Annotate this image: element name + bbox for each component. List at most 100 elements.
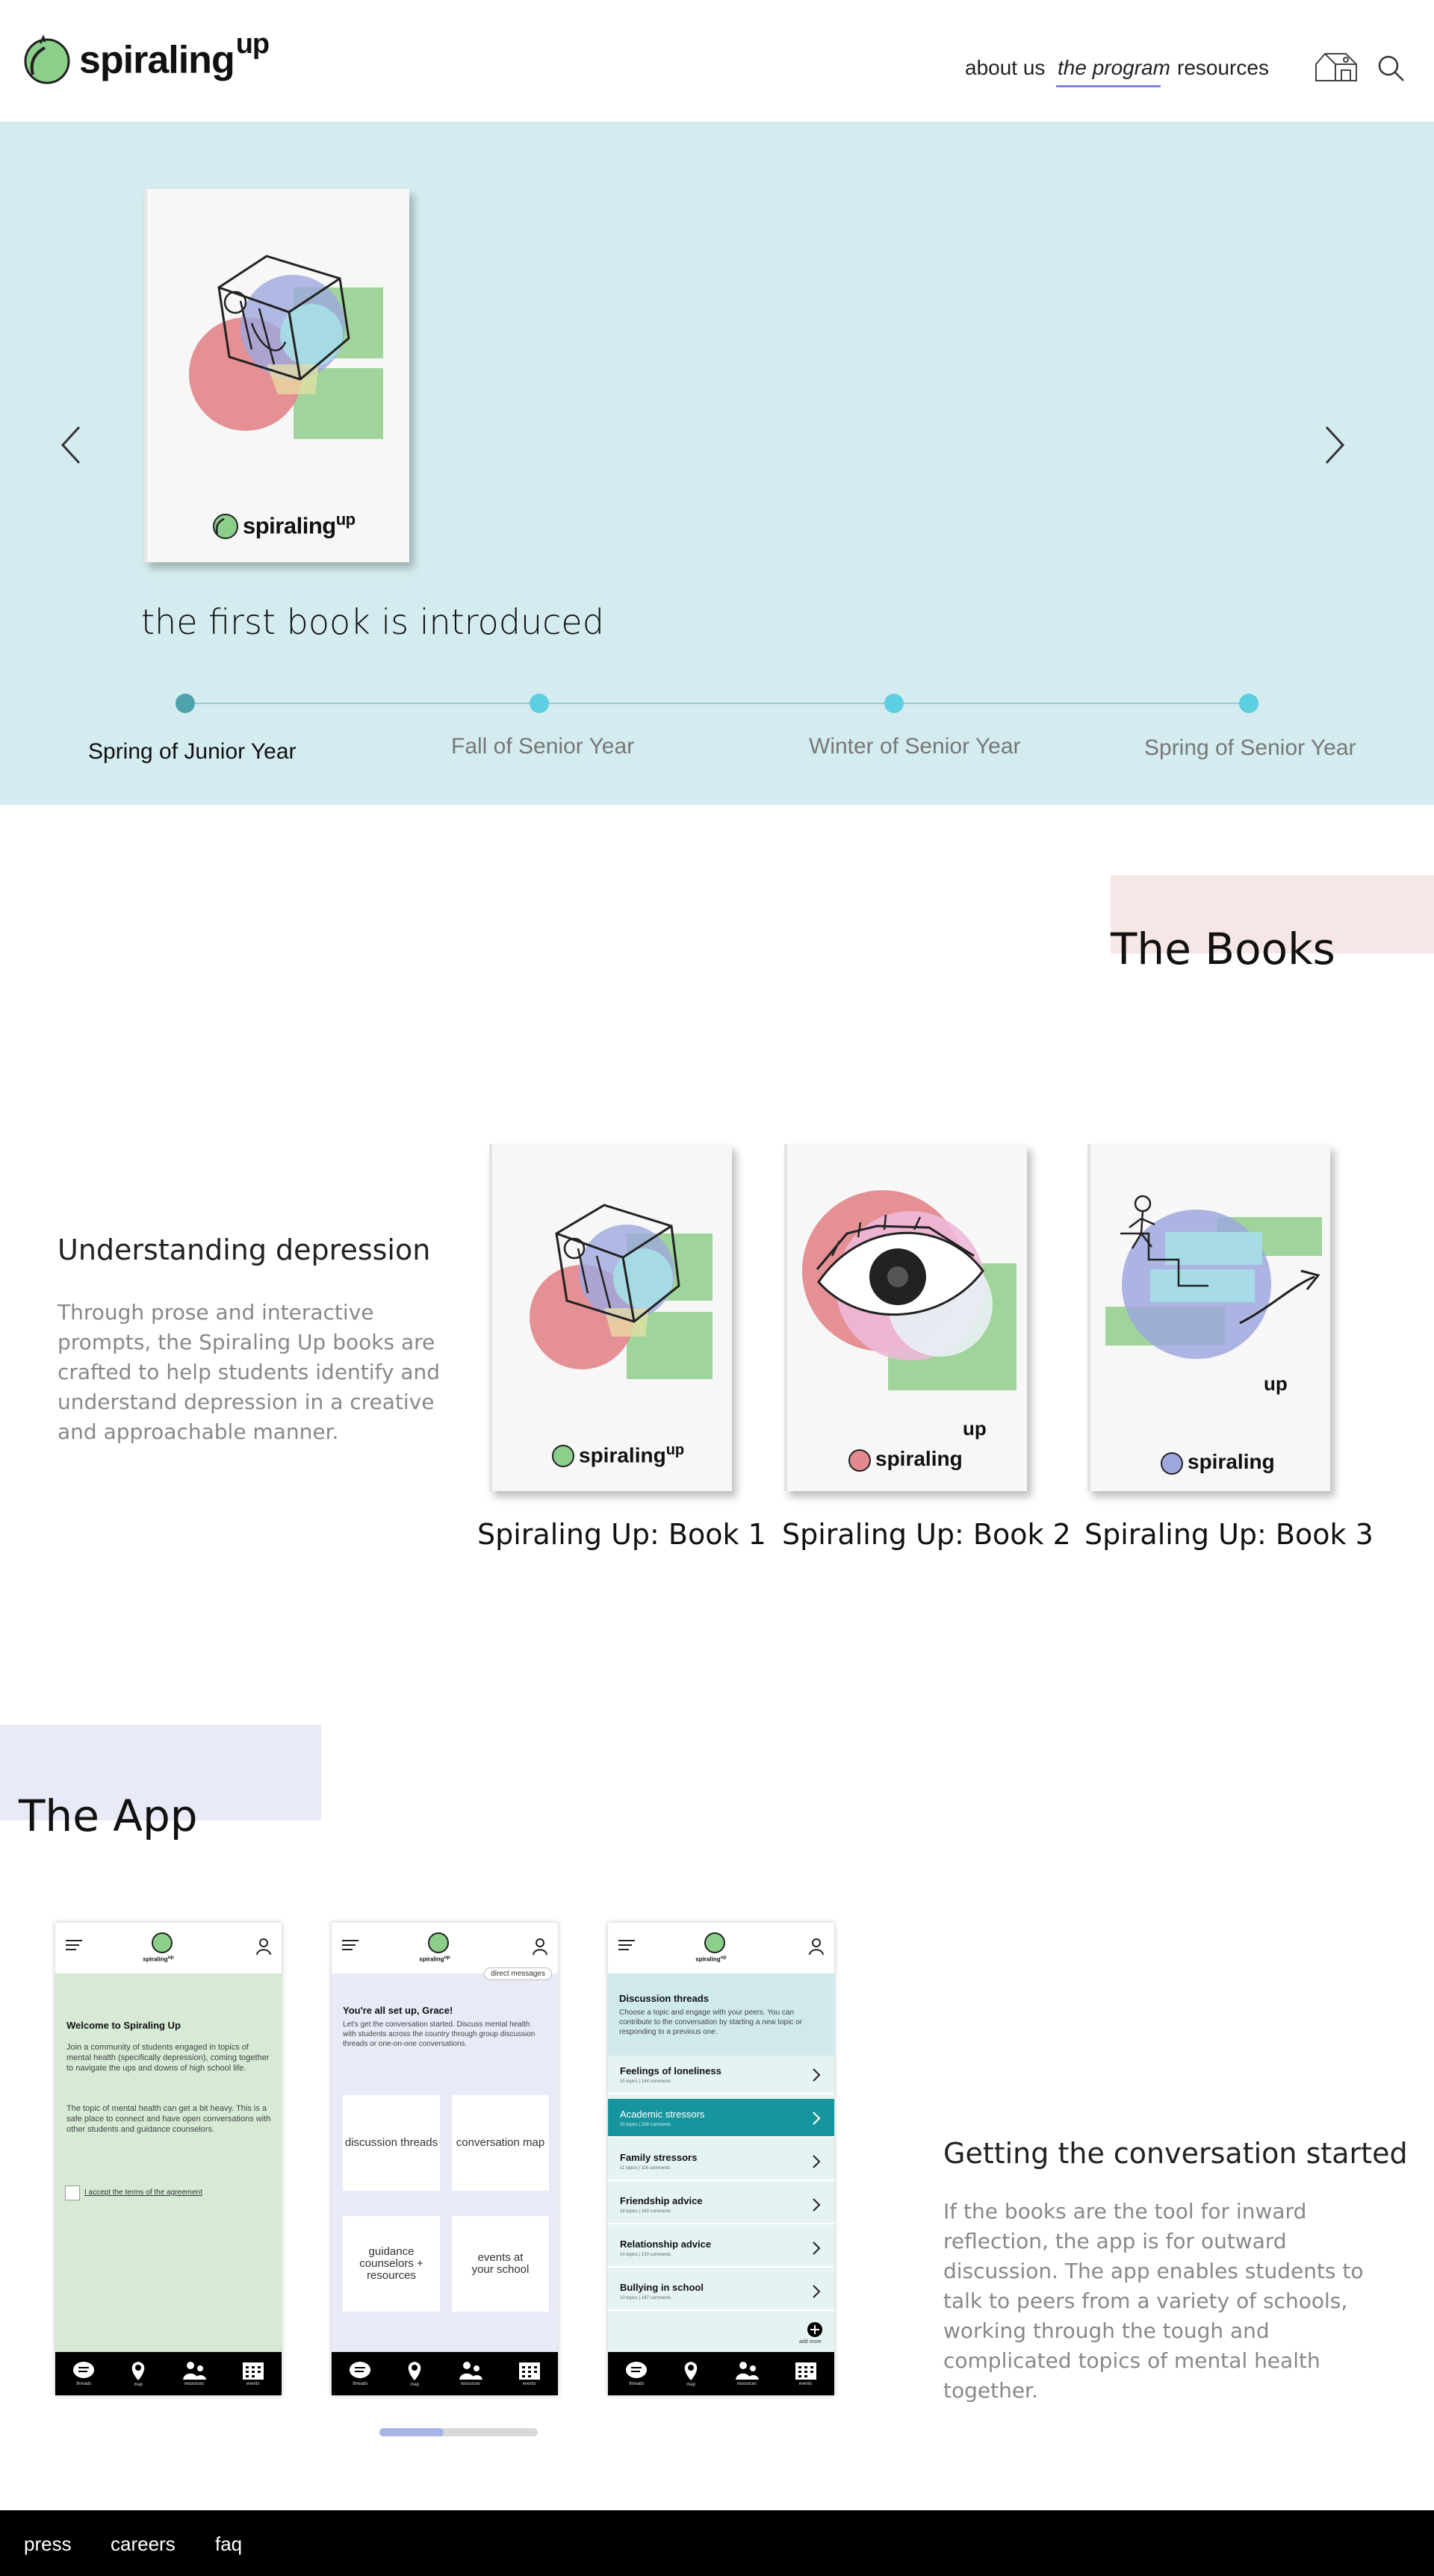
hero-book-logo-text: spiraling [243,512,336,539]
book-1-cover[interactable]: spiralingup [489,1144,732,1491]
calendar-icon [795,2362,816,2380]
home-panel: direct messages You're all set up, Grace… [332,1967,558,2352]
chevron-right-icon [813,2198,821,2212]
phone-logo-text: spiraling [143,1956,168,1963]
tab-resources[interactable]: resources [734,2361,760,2386]
site-logo[interactable]: spiralingup [22,28,270,85]
tab-map[interactable]: map [406,2360,423,2387]
timeline-dot-3[interactable] [884,694,904,713]
hero-book-cover[interactable]: spiralingup [144,189,409,562]
tab-threads[interactable]: threads [349,2361,371,2386]
phone-tab-bar: threads map resources events [332,2352,558,2395]
hamburger-menu-icon[interactable] [618,1939,635,1951]
phone-logo: spiralingup [695,1929,727,1963]
tab-resources[interactable]: resources [458,2361,483,2386]
book-3-logo-text: spiraling [1188,1450,1275,1473]
welcome-title: Welcome to Spiraling Up [66,2020,181,2031]
phone-screen-welcome[interactable]: spiralingup Welcome to Spiraling Up Join… [55,1923,282,2395]
direct-messages-tooltip[interactable]: direct messages [484,1967,552,1980]
chat-icon [350,2362,371,2378]
add-icon[interactable] [807,2321,823,2338]
book-2-label[interactable]: Spiraling Up: Book 2 [782,1518,1071,1551]
book-3-logo-sup: up [1264,1372,1288,1395]
chevron-right-icon [813,2241,821,2255]
timeline-label-2[interactable]: Fall of Senior Year [451,734,634,759]
tab-events[interactable]: events [518,2361,541,2386]
terms-checkbox[interactable] [65,2185,80,2200]
add-more-label[interactable]: add more [799,2339,822,2345]
thread-row[interactable]: Friendship advice 18 topics | 160 commen… [608,2185,834,2224]
app-carousel-scrollthumb[interactable] [379,2428,444,2436]
phone-screen-threads[interactable]: spiralingup Discussion threads Choose a … [608,1923,834,2395]
tab-threads[interactable]: threads [625,2361,648,2386]
tile-discussion-threads[interactable]: discussion threads [343,2095,440,2191]
tile-conversation-map[interactable]: conversation map [452,2095,549,2191]
hamburger-menu-icon[interactable] [342,1939,358,1951]
user-icon[interactable] [533,1938,547,1956]
user-icon[interactable] [809,1938,824,1956]
chevron-left-icon[interactable] [58,424,84,466]
books-heading: Understanding depression [58,1233,431,1266]
phone-screen-home[interactable]: spiralingup direct messages You're all s… [332,1923,558,2395]
home-title: You're all set up, Grace! [343,2005,453,2016]
thread-row[interactable]: Academic stressors 20 topics | 208 comme… [608,2099,834,2138]
timeline-dot-1[interactable] [176,694,195,713]
cube-illustration [530,1204,713,1379]
book-1-label[interactable]: Spiraling Up: Book 1 [477,1518,766,1551]
tab-threads[interactable]: threads [72,2361,95,2386]
terms-label[interactable]: I accept the terms of the agreement [84,2188,202,2197]
chevron-right-icon[interactable] [1322,424,1347,466]
tile-guidance-counselors[interactable]: guidance counselors + resources [343,2216,440,2312]
nav-about-us[interactable]: about us [965,56,1045,80]
thread-row[interactable]: Family stressors 11 topics | 116 comment… [608,2142,834,2181]
people-icon [459,2362,482,2380]
thread-row[interactable]: Bullying in school 10 topics | 187 comme… [608,2272,834,2311]
tab-map[interactable]: map [683,2360,699,2387]
page: spiralingup about us the program resourc… [0,0,1434,2576]
search-icon[interactable] [1376,54,1406,84]
nav-active-underline [1056,85,1161,87]
footer-link-press[interactable]: press [24,2533,72,2556]
tile-events[interactable]: events at your school [452,2216,549,2312]
site-footer: press careers faq [0,2510,1434,2576]
books-body: Through prose and interactive prompts, t… [58,1300,441,1444]
house-icon[interactable] [1313,49,1361,84]
timeline-dot-2[interactable] [530,694,549,713]
chevron-right-icon [813,2155,821,2168]
cube-illustration [189,255,383,439]
phone-tab-bar: threads map resources events [55,2352,282,2395]
app-heading: Getting the conversation started [943,2137,1408,2170]
user-icon[interactable] [256,1938,271,1956]
timeline-label-1[interactable]: Spring of Junior Year [88,739,297,765]
nav-resources[interactable]: resources [1177,56,1269,80]
book-1-logo-text: spiraling [579,1443,666,1467]
stairs-illustration [1105,1195,1322,1359]
book-2-cover[interactable]: up spiraling [784,1144,1027,1491]
footer-link-faq[interactable]: faq [215,2533,242,2556]
thread-row[interactable]: Feelings of loneliness 15 topics | 144 c… [608,2056,834,2094]
hero-carousel: spiralingup the first book is introduced… [0,122,1434,805]
book-3-cover[interactable]: up spiraling [1087,1144,1330,1491]
thread-row[interactable]: Relationship advice 14 topics | 130 comm… [608,2229,834,2268]
app-carousel-scrollbar[interactable] [379,2428,538,2436]
hamburger-menu-icon[interactable] [66,1939,82,1951]
timeline-label-4[interactable]: Spring of Senior Year [1144,735,1356,761]
tab-events[interactable]: events [242,2361,264,2386]
logo-mark-icon [848,1449,871,1472]
logo-mark-icon [704,1932,725,1953]
app-body: If the books are the tool for inward ref… [943,2199,1364,2403]
timeline-dot-4[interactable] [1239,694,1258,713]
app-section-title: The App [19,1791,198,1841]
tab-map[interactable]: map [130,2360,146,2387]
nav-the-program[interactable]: the program [1058,56,1170,80]
logo-mark-icon [152,1932,173,1953]
footer-link-careers[interactable]: careers [111,2533,176,2556]
book-3-label[interactable]: Spiraling Up: Book 3 [1084,1518,1374,1551]
tab-events[interactable]: events [795,2361,817,2386]
logo-mark-icon [213,514,238,539]
map-pin-icon [684,2362,698,2380]
tab-resources[interactable]: resources [181,2361,207,2386]
logo-text: spiraling [79,38,235,82]
phone-logo-sup: up [167,1955,174,1960]
timeline-label-3[interactable]: Winter of Senior Year [809,734,1021,759]
